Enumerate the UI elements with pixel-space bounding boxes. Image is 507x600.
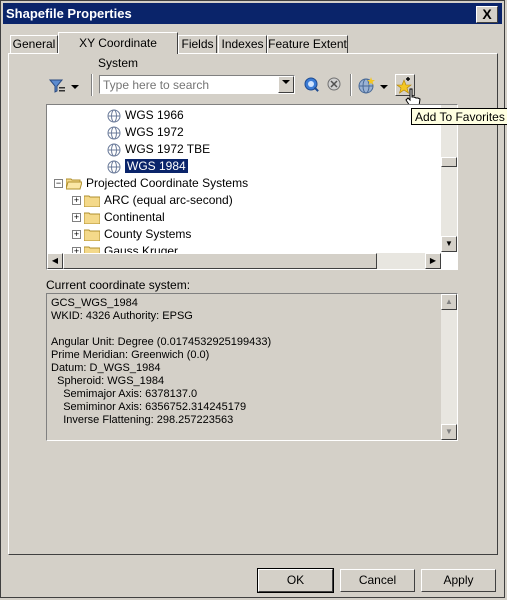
tab-label: Feature Extent [268,37,347,51]
ok-button[interactable]: OK [257,568,334,593]
search-box[interactable] [99,75,295,94]
tree-item-label: WGS 1972 [125,125,184,139]
details-vertical-scrollbar[interactable]: ▲ ▼ [441,294,457,440]
detail-line: GCS_WGS_1984 [51,297,138,309]
detail-line: Datum: D_WGS_1984 [51,362,161,374]
folder-icon [84,229,100,241]
close-button[interactable]: X [476,6,498,23]
tab-general[interactable]: General [10,35,58,53]
tree-item-label: WGS 1984 [124,158,189,174]
scroll-thumb[interactable] [63,253,377,269]
tab-label: Fields [181,37,214,51]
tree-item-label: Projected Coordinate Systems [86,176,249,190]
scroll-left-button[interactable]: ◀ [47,253,63,269]
tree-item-label: Continental [104,210,165,224]
tree-item[interactable]: WGS 1972 TBE [107,141,210,158]
expand-icon[interactable]: + [72,213,81,223]
chevron-down-icon [282,80,290,84]
detail-line: WKID: 4326 Authority: EPSG [51,310,193,322]
expand-icon[interactable]: + [72,230,81,240]
cancel-button[interactable]: Cancel [340,569,415,592]
tree-item-selected[interactable]: WGS 1984 [107,158,189,175]
tree-item[interactable]: WGS 1972 [107,124,184,141]
filter-dropdown-icon[interactable] [69,77,81,95]
tree-item-label: WGS 1966 [125,108,184,122]
tree-horizontal-scrollbar[interactable]: ◀ ▶ [47,253,441,269]
tree-item[interactable]: + ARC (equal arc-second) [72,192,233,209]
tree-item[interactable]: WGS 1966 [107,107,184,124]
tab-label: Indexes [221,37,264,51]
detail-line: Prime Meridian: Greenwich (0.0) [51,349,210,361]
detail-line: Spheroid: WGS_1984 [51,375,165,387]
tree-vertical-scrollbar[interactable]: ▼ [441,105,457,252]
detail-line: Angular Unit: Degree (0.0174532925199433… [51,336,272,348]
tree-item[interactable]: + Continental [72,209,165,226]
tab-feature-extent[interactable]: Feature Extent [267,35,348,53]
tree-item-label: County Systems [104,227,192,241]
magnifier-icon[interactable] [303,76,321,94]
search-dropdown-button[interactable] [278,76,294,93]
folder-icon [84,195,100,207]
toolbar-separator [350,74,352,96]
close-icon: X [482,6,492,22]
tree-item-projected[interactable]: − Projected Coordinate Systems [54,175,248,192]
collapse-icon[interactable]: − [54,179,63,189]
coordinate-system-tree[interactable]: WGS 1966 WGS 1972 WGS 1972 TBE WGS 1984 … [46,104,458,270]
current-coordinate-system-label: Current coordinate system: [46,278,191,292]
globe-add-icon[interactable] [357,76,375,94]
scroll-down-button[interactable]: ▼ [441,424,457,440]
tree-item[interactable]: + County Systems [72,226,191,243]
toolbar-separator [91,74,93,96]
apply-button[interactable]: Apply [421,569,496,592]
folder-open-icon [66,178,82,190]
scroll-down-button[interactable]: ▼ [441,236,457,252]
tab-fields[interactable]: Fields [178,35,217,53]
globe-icon [107,109,121,123]
window-title: Shapefile Properties [6,6,132,21]
scroll-right-button[interactable]: ▶ [425,253,441,269]
coordinate-details-textbox[interactable]: GCS_WGS_1984 WKID: 4326 Authority: EPSG … [46,293,458,441]
title-bar[interactable]: Shapefile Properties X [3,3,502,24]
detail-line: Semiminor Axis: 6356752.314245179 [51,401,247,413]
tab-indexes[interactable]: Indexes [218,35,267,53]
filter-icon[interactable] [48,77,66,95]
globe-icon [107,160,121,174]
folder-icon [84,212,100,224]
clear-search-icon[interactable] [326,76,344,94]
search-input[interactable] [100,76,276,93]
globe-dropdown-icon[interactable] [378,77,390,95]
globe-icon [107,126,121,140]
detail-line: Inverse Flattening: 298.257223563 [51,414,234,426]
scroll-up-button[interactable]: ▲ [441,294,457,310]
tree-item-label: WGS 1972 TBE [125,142,211,156]
scroll-thumb[interactable] [441,157,457,167]
tab-label: General [12,37,56,51]
tab-xy-coordinate-system[interactable]: XY Coordinate System [58,32,178,70]
expand-icon[interactable]: + [72,196,81,206]
globe-icon [107,143,121,157]
tooltip: Add To Favorites [411,108,507,125]
detail-line: Semimajor Axis: 6378137.0 [51,388,198,400]
tree-item-label: ARC (equal arc-second) [104,193,233,207]
